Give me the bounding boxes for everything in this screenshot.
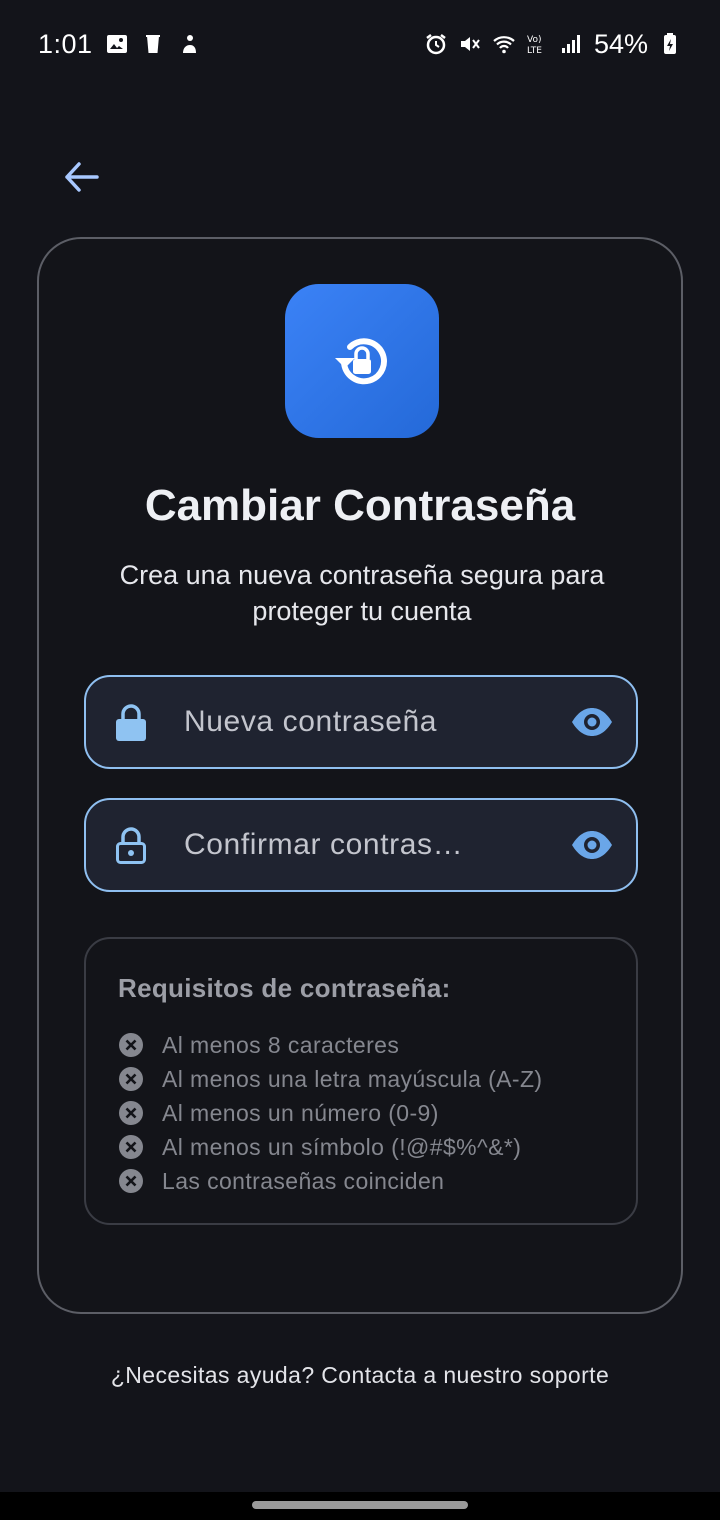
app-icon-badge (285, 284, 439, 438)
lock-reset-icon (335, 338, 387, 385)
requirement-item: Las contraseñas coinciden (118, 1164, 604, 1198)
page-title: Cambiar Contraseña (144, 481, 576, 530)
requirement-item: Al menos un símbolo (!@#$%^&*) (118, 1130, 604, 1164)
confirm-password-field[interactable] (84, 798, 638, 892)
toggle-new-password-visibility[interactable] (570, 700, 614, 744)
support-link[interactable]: ¿Necesitas ayuda? Contacta a nuestro sop… (0, 1362, 720, 1389)
svg-text:Vo): Vo) (527, 35, 541, 45)
svg-text:LTE: LTE (527, 46, 542, 56)
eye-icon (572, 708, 612, 736)
trash-icon (145, 35, 160, 53)
confirm-password-input[interactable] (184, 828, 570, 862)
mute-icon (460, 37, 480, 51)
new-password-input[interactable] (184, 705, 570, 739)
requirements-title: Requisitos de contraseña: (118, 973, 451, 1003)
cancel-icon (119, 1135, 143, 1159)
requirement-label: Al menos un número (0-9) (162, 1099, 439, 1126)
battery-charging-icon (664, 33, 676, 54)
requirement-item: Al menos una letra mayúscula (A-Z) (118, 1062, 604, 1096)
volte-icon: Vo)LTE (527, 35, 542, 56)
battery-percentage: 54% (593, 28, 648, 59)
new-password-field[interactable] (84, 675, 638, 769)
requirement-item: Al menos un número (0-9) (118, 1096, 604, 1130)
requirement-label: Al menos 8 caracteres (162, 1031, 400, 1058)
alarm-icon (426, 34, 446, 55)
person-icon (182, 35, 196, 53)
cancel-icon (119, 1101, 143, 1125)
wifi-icon (493, 36, 515, 54)
gallery-icon (106, 35, 127, 53)
status-bar: 1:01 Vo) LTE 54% (0, 0, 720, 88)
back-button[interactable] (56, 152, 106, 202)
arrow-left-icon (65, 162, 99, 192)
home-indicator[interactable] (252, 1501, 468, 1509)
requirement-item: Al menos 8 caracteres (118, 1028, 604, 1062)
cancel-icon (119, 1067, 143, 1091)
requirement-label: Al menos un símbolo (!@#$%^&*) (162, 1133, 522, 1160)
lock-icon (116, 704, 146, 741)
password-requirements: Requisitos de contraseña: Al menos 8 car… (84, 937, 638, 1225)
cancel-icon (119, 1169, 143, 1193)
toggle-confirm-password-visibility[interactable] (570, 823, 614, 867)
requirement-label: Las contraseñas coinciden (162, 1167, 445, 1194)
requirement-label: Al menos una letra mayúscula (A-Z) (162, 1065, 543, 1092)
eye-icon (572, 831, 612, 859)
lock-outline-icon (116, 827, 146, 864)
page-subtitle: Crea una nueva contraseña segura para pr… (119, 560, 605, 626)
cancel-icon (119, 1033, 143, 1057)
requirements-list: Al menos 8 caracteres Al menos una letra… (118, 1028, 604, 1198)
status-time: 1:01 (38, 28, 93, 59)
change-password-card: Cambiar Contraseña Crea una nueva contra… (37, 237, 683, 1314)
signal-icon (561, 35, 580, 53)
